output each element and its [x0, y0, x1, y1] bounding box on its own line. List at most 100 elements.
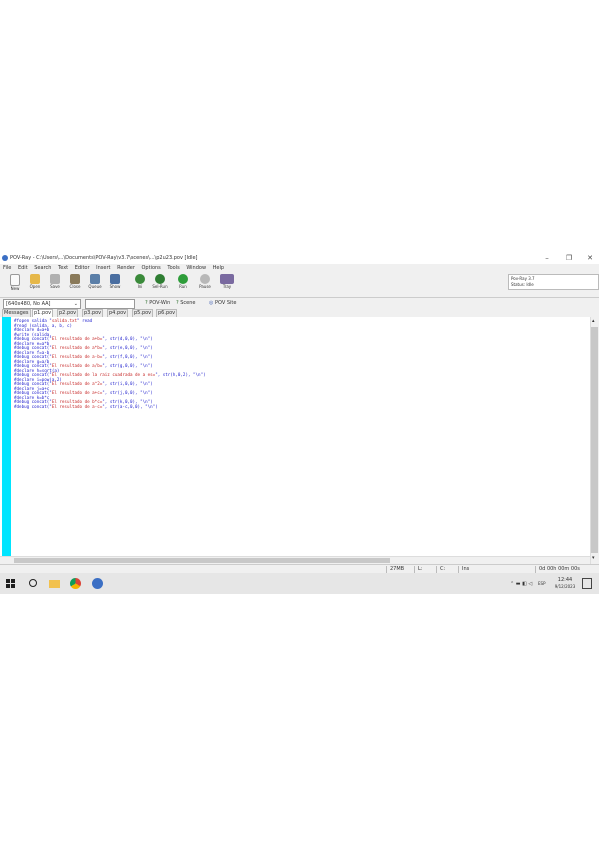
tab-p1[interactable]: p1.pov — [32, 309, 54, 317]
status-memory: 27MB — [386, 566, 404, 573]
vertical-scrollbar-thumb[interactable] — [591, 327, 598, 553]
resolution-value: [640x480, No AA] — [6, 301, 51, 307]
status-render-time: 0d 00h 00m 00s — [535, 566, 580, 573]
menu-editor[interactable]: Editor — [75, 265, 90, 271]
queue-button[interactable]: Queue — [86, 274, 104, 296]
ini-icon — [135, 274, 145, 284]
keyboard-language[interactable]: ESP — [538, 581, 545, 587]
link-pov-win[interactable]: ? POV-Win — [145, 300, 170, 306]
menu-tools[interactable]: Tools — [167, 265, 179, 271]
scroll-up-icon[interactable]: ▴ — [592, 318, 595, 324]
code-text: #fopen salida "salida.txt" read #read (sa… — [14, 318, 206, 410]
chevron-down-icon: ⌄ — [73, 301, 78, 307]
code-rest: ", str(g,0,0), "\n") — [102, 363, 153, 368]
menu-file[interactable]: File — [3, 265, 11, 271]
maximize-button[interactable]: ❐ — [562, 253, 576, 263]
code-keyword: #debug concat(" — [14, 403, 52, 409]
menu-text[interactable]: Text — [58, 265, 68, 271]
menu-edit[interactable]: Edit — [18, 265, 28, 271]
render-status-box: Pov-Ray 3.7 Status: Idle — [508, 274, 599, 290]
code-rest: ", str(e,0,0), "\n") — [102, 345, 153, 350]
queue-icon — [90, 274, 100, 284]
open-button[interactable]: Open — [26, 274, 44, 296]
status-line: L: — [414, 566, 422, 573]
status-box-line-2: Status: Idle — [511, 282, 534, 287]
menu-options[interactable]: Options — [142, 265, 161, 271]
menu-help[interactable]: Help — [213, 265, 224, 271]
file-explorer-icon[interactable] — [49, 580, 60, 588]
minimize-button[interactable]: – — [540, 253, 554, 263]
system-tray-icons[interactable]: ⌃ ▬ ◧ ◁ — [510, 581, 532, 587]
show-button[interactable]: Show — [106, 274, 124, 296]
notifications-icon[interactable] — [582, 578, 592, 589]
code-rest: ", str(h,0,2), "\n") — [155, 372, 206, 377]
run-button[interactable]: Run — [174, 274, 192, 296]
code-string: El resultado de a-b= — [51, 354, 103, 359]
editor-gutter — [2, 317, 11, 564]
tab-p6[interactable]: p6.pov — [156, 309, 178, 317]
chrome-icon[interactable] — [70, 578, 81, 589]
help-icon: ? — [176, 300, 179, 306]
close-file-icon — [70, 274, 80, 284]
save-icon — [50, 274, 60, 284]
code-rest: ", str(f,0,0), "\n") — [102, 354, 153, 359]
menu-render[interactable]: Render — [117, 265, 135, 271]
menu-window[interactable]: Window — [186, 265, 206, 271]
menu-bar: File Edit Search Text Editor Insert Rend… — [0, 264, 599, 272]
close-window-button[interactable]: ✕ — [583, 253, 597, 263]
run-icon — [178, 274, 188, 284]
save-button[interactable]: Save — [46, 274, 64, 296]
code-rest: ", str(i,0,0), "\n") — [102, 381, 153, 386]
new-file-icon — [10, 274, 20, 286]
show-icon — [110, 274, 120, 284]
windows-taskbar: ⌃ ▬ ◧ ◁ ESP 12:44 9/12/2023 — [0, 573, 599, 594]
close-file-button[interactable]: Close — [66, 274, 84, 296]
status-col: C: — [436, 566, 445, 573]
taskbar-date[interactable]: 9/12/2023 — [550, 584, 580, 590]
globe-icon: ◎ — [209, 300, 214, 306]
pause-icon — [200, 274, 210, 284]
code-string: El resultado de a*b= — [51, 345, 103, 350]
tab-p5[interactable]: p5.pov — [132, 309, 154, 317]
new-button[interactable]: New — [6, 274, 24, 296]
tab-messages[interactable]: Messages — [2, 309, 31, 317]
help-icon: ? — [145, 300, 148, 306]
sel-run-icon — [155, 274, 165, 284]
povray-icon[interactable] — [92, 578, 103, 589]
resolution-select[interactable]: [640x480, No AA] ⌄ — [3, 299, 81, 309]
tab-bar: Messages p1.pov p2.pov p3.pov p4.pov p5.… — [0, 309, 599, 317]
horizontal-scrollbar-thumb[interactable] — [14, 558, 390, 563]
taskbar-clock[interactable]: 12:44 — [552, 577, 578, 583]
scroll-down-icon[interactable]: ▾ — [592, 555, 595, 561]
sel-run-button[interactable]: Sel-Run — [151, 274, 169, 296]
code-string: El resultado de a-c= — [51, 403, 103, 409]
screenshot-screen: POV-Ray - C:\Users\...\Documents\POV-Ray… — [0, 252, 599, 594]
tab-p2[interactable]: p2.pov — [57, 309, 79, 317]
status-box-line-1: Pov-Ray 3.7 — [511, 276, 535, 281]
status-ins: Ins — [458, 566, 469, 573]
open-folder-icon — [30, 274, 40, 284]
pause-button[interactable]: Pause — [196, 274, 214, 296]
code-line: #debug concat("El resultado de a-c=", st… — [14, 403, 206, 410]
tab-p3[interactable]: p3.pov — [82, 309, 104, 317]
code-string: El resultado de a/b= — [51, 363, 103, 368]
window-title-bar: POV-Ray - C:\Users\...\Documents\POV-Ray… — [0, 252, 599, 264]
windows-start-icon[interactable] — [5, 578, 16, 589]
code-rest: ", str(a-c,0,0), "\n") — [102, 403, 158, 409]
code-rest: ", str(d,0,0), "\n") — [102, 336, 153, 341]
link-pov-site[interactable]: ◎ POV Site — [209, 300, 236, 306]
code-string: El resultado de la raiz cuadrada de a es… — [51, 372, 156, 377]
search-icon[interactable] — [27, 578, 38, 589]
tray-icon — [220, 274, 234, 284]
command-line-input[interactable] — [85, 299, 135, 309]
menu-search[interactable]: Search — [34, 265, 51, 271]
code-string: El resultado de a^2= — [51, 381, 103, 386]
tray-button[interactable]: Tray — [218, 274, 236, 296]
code-string: El resultado de a+c= — [51, 390, 103, 395]
tab-p4[interactable]: p4.pov — [107, 309, 129, 317]
ini-button[interactable]: Ini — [131, 274, 149, 296]
povray-icon — [2, 255, 8, 261]
link-scene[interactable]: ? Scene — [176, 300, 196, 306]
menu-insert[interactable]: Insert — [96, 265, 110, 271]
code-rest: ", str(j,0,0), "\n") — [102, 390, 153, 395]
